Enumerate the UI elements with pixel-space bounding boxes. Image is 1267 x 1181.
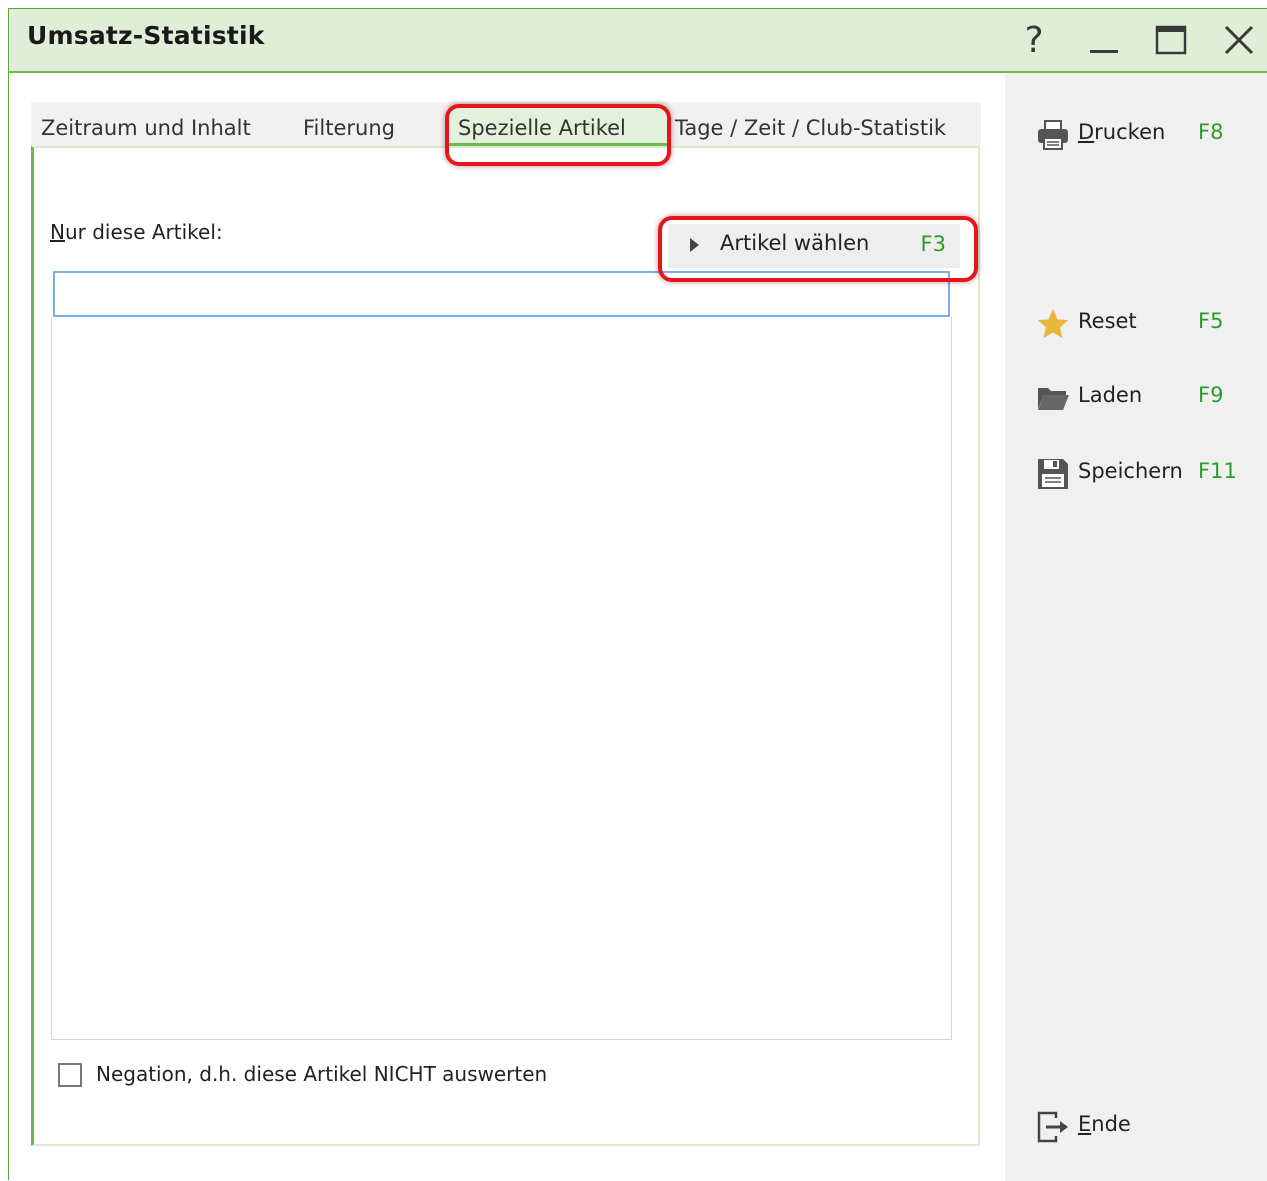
tab-label: Zeitraum und Inhalt — [41, 116, 251, 140]
laden-label: Laden — [1078, 383, 1143, 407]
folder-open-icon — [1038, 388, 1069, 410]
mnemonic-letter: N — [50, 220, 65, 244]
ende-button[interactable]: Ende — [1036, 1108, 1256, 1148]
ende-label: Ende — [1078, 1112, 1131, 1136]
tab-label: Spezielle Artikel — [458, 116, 626, 140]
mnemonic-letter: D — [1078, 120, 1095, 144]
window-title: Umsatz-Statistik — [27, 21, 265, 50]
label-text: nde — [1091, 1112, 1131, 1136]
negation-checkbox[interactable] — [58, 1063, 82, 1087]
tab-spezielle-artikel[interactable]: Spezielle Artikel — [448, 102, 668, 146]
artikel-waehlen-label: Artikel wählen — [720, 231, 870, 255]
minimize-button[interactable] — [1079, 15, 1129, 65]
mnemonic-letter: E — [1078, 1112, 1092, 1136]
tab-filterung[interactable]: Filterung — [293, 102, 438, 146]
help-icon: ? — [1024, 19, 1044, 61]
shortcut-key: F8 — [1198, 120, 1224, 144]
exit-icon — [1037, 1111, 1068, 1143]
star-icon — [1038, 309, 1068, 338]
label-text: ur diese Artikel: — [64, 220, 223, 244]
shortcut-key: F11 — [1198, 459, 1237, 483]
maximize-button[interactable] — [1146, 15, 1196, 65]
printer-icon — [1038, 120, 1068, 150]
label-text: rucken — [1094, 120, 1166, 144]
reset-label: Reset — [1078, 309, 1137, 333]
sidebar — [1005, 73, 1267, 1181]
reset-button[interactable]: Reset F5 — [1036, 305, 1256, 345]
minimize-icon — [1090, 50, 1118, 53]
speichern-button[interactable]: Speichern F11 — [1036, 455, 1256, 495]
maximize-icon — [1155, 25, 1187, 55]
play-arrow-icon — [690, 238, 699, 252]
drucken-button[interactable]: Drucken F8 — [1036, 116, 1256, 156]
artikel-search-input[interactable] — [53, 271, 950, 317]
negation-label: Negation, d.h. diese Artikel NICHT auswe… — [96, 1062, 548, 1086]
shortcut-key: F3 — [920, 232, 946, 256]
artikel-list[interactable] — [51, 317, 952, 1040]
artikel-waehlen-button[interactable]: Artikel wählen F3 — [668, 224, 960, 268]
speichern-label: Speichern — [1078, 459, 1183, 483]
help-button[interactable]: ? — [1009, 15, 1059, 65]
shortcut-key: F9 — [1198, 383, 1224, 407]
tab-label: Filterung — [303, 116, 395, 140]
shortcut-key: F5 — [1198, 309, 1224, 333]
title-bar: Umsatz-Statistik ? — [9, 9, 1267, 73]
tab-label: Tage / Zeit / Club-Statistik — [675, 116, 947, 140]
label-nur-diese-artikel: Nur diese Artikel: — [50, 220, 223, 244]
tab-zeitraum-und-inhalt[interactable]: Zeitraum und Inhalt — [31, 102, 293, 146]
drucken-label: Drucken — [1078, 120, 1165, 144]
tab-bar: Zeitraum und Inhalt Filterung Spezielle … — [31, 102, 981, 146]
laden-button[interactable]: Laden F9 — [1036, 379, 1256, 419]
close-icon — [1224, 25, 1254, 55]
floppy-disk-icon — [1038, 459, 1068, 489]
close-button[interactable] — [1214, 15, 1264, 65]
tab-tage-zeit-club-statistik[interactable]: Tage / Zeit / Club-Statistik — [665, 102, 981, 146]
